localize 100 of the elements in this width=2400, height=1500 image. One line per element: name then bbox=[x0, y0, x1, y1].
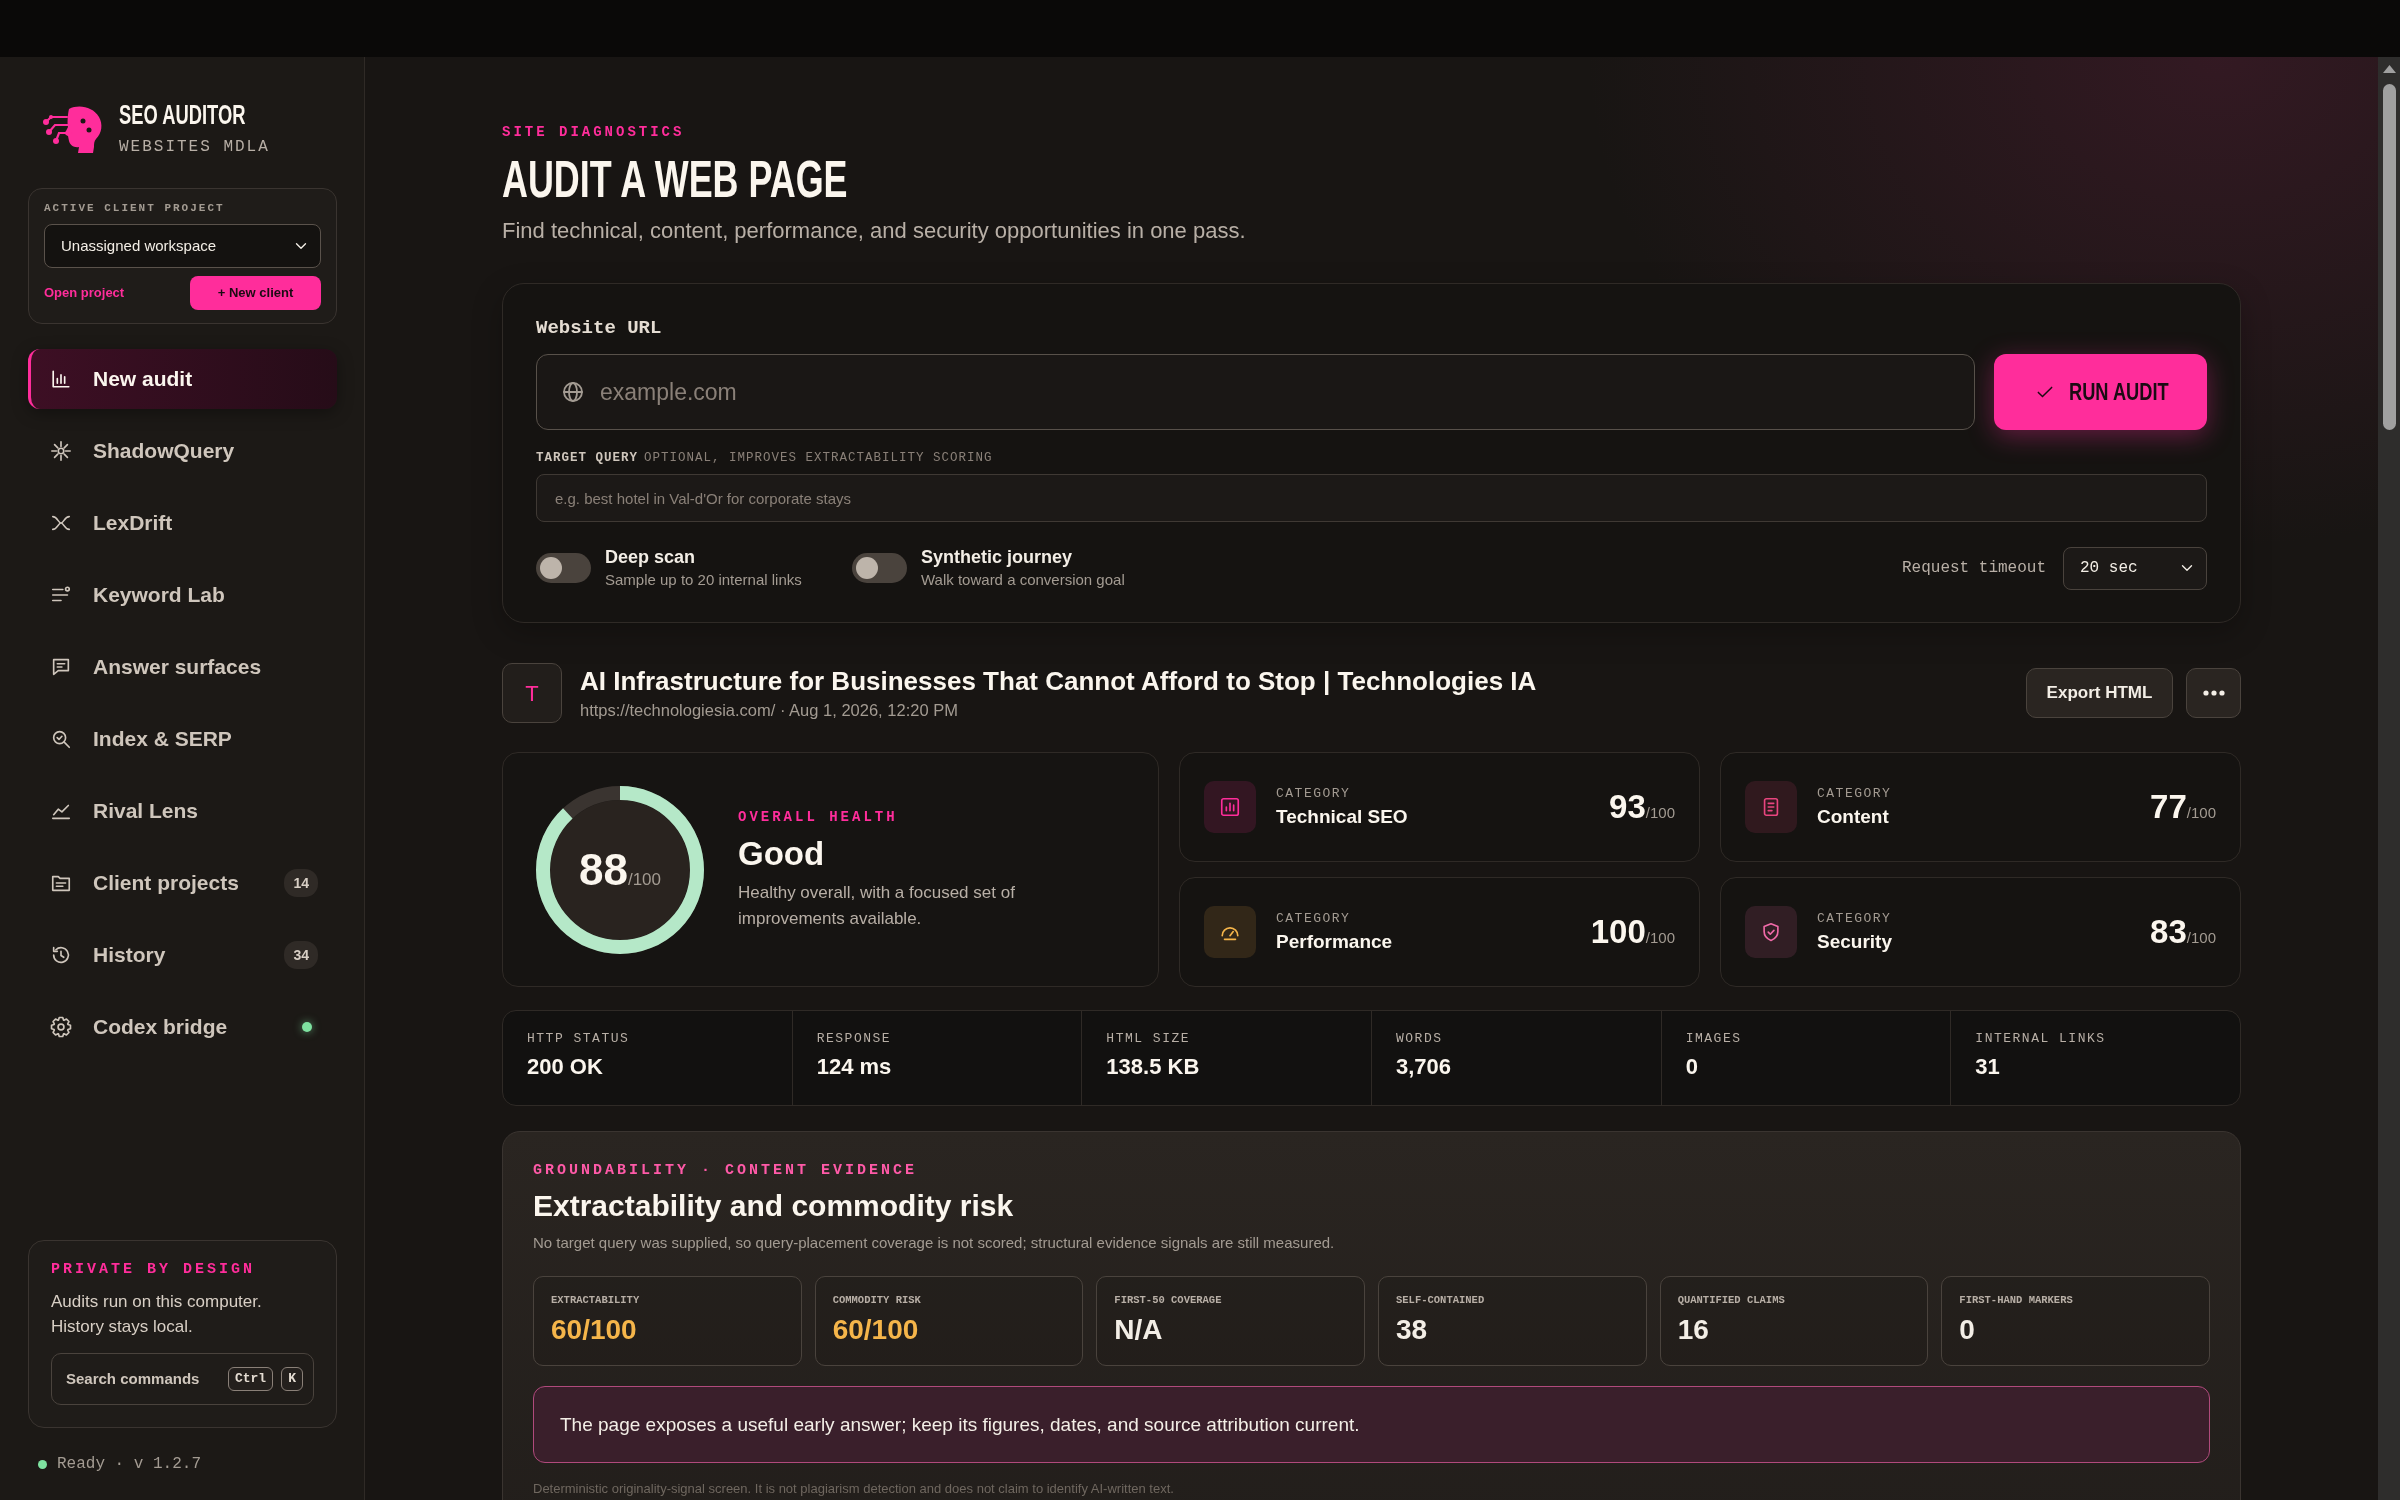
stat-value: 124 ms bbox=[816, 1053, 893, 1081]
health-eyebrow: OVERALL HEALTH bbox=[738, 807, 899, 826]
category-score: 93 bbox=[1609, 787, 1646, 828]
panel-label: ACTIVE CLIENT PROJECT bbox=[44, 201, 226, 215]
sidebar-item[interactable]: Rival Lens bbox=[28, 781, 337, 841]
score-max: /100 bbox=[1645, 929, 1675, 949]
score-max: /100 bbox=[2186, 929, 2216, 949]
category-score: 100 bbox=[1590, 912, 1646, 953]
field-label: Website URL bbox=[536, 317, 663, 339]
count-badge: 14 bbox=[284, 869, 318, 897]
more-button[interactable] bbox=[2186, 668, 2241, 718]
toggle-label: Synthetic journey bbox=[921, 546, 1074, 568]
scrollbar-thumb[interactable] bbox=[2382, 84, 2396, 430]
category-name: Technical SEO bbox=[1276, 804, 1408, 829]
page-subtitle: Find technical, content, performance, and security opportunities in one pass. bbox=[502, 217, 1247, 245]
sidebar-item[interactable]: Answer surfaces bbox=[28, 637, 337, 697]
toggle-switch[interactable] bbox=[852, 553, 907, 583]
globe-icon bbox=[561, 380, 585, 404]
metric-label: FIRST-HAND MARKERS bbox=[1959, 1293, 2074, 1307]
stat-value: 200 OK bbox=[527, 1053, 604, 1081]
category-label: CATEGORY bbox=[1817, 910, 1892, 927]
stat-label: IMAGES bbox=[1685, 1031, 1743, 1047]
keyboard-key: K bbox=[281, 1367, 303, 1391]
section-note: No target query was supplied, so query-placement coverage is not scored; structural evidence signals are still measured. bbox=[533, 1233, 1336, 1253]
count-badge: 34 bbox=[284, 941, 318, 969]
category-name: Security bbox=[1817, 929, 1892, 954]
metric-value: 60/100 bbox=[551, 1313, 638, 1347]
metric-value: 16 bbox=[1677, 1313, 1710, 1347]
score-max: /100 bbox=[1645, 804, 1675, 824]
panel-title: PRIVATE BY DESIGN bbox=[51, 1261, 257, 1279]
metric-value: 60/100 bbox=[832, 1313, 920, 1347]
health-rating: Good bbox=[738, 833, 826, 874]
scroll-up-arrow-icon[interactable] bbox=[2382, 65, 2396, 73]
export-html-button[interactable]: Export HTML bbox=[2026, 668, 2173, 718]
toggle-description: Walk toward a conversion goal bbox=[921, 570, 1125, 590]
sidebar-item[interactable]: History 34 bbox=[28, 925, 337, 985]
stat-value: 3,706 bbox=[1396, 1053, 1453, 1081]
category-score: 77 bbox=[2150, 787, 2187, 828]
brand-name: SEO AUDITOR bbox=[119, 101, 246, 129]
run-audit-button[interactable]: RUN AUDIT bbox=[1994, 354, 2207, 430]
timeout-select[interactable]: 20 sec bbox=[2063, 546, 2207, 590]
sidebar-item[interactable]: Keyword Lab bbox=[28, 565, 337, 625]
history-icon bbox=[50, 944, 72, 966]
search-commands-button[interactable]: Search commands Ctrl K bbox=[51, 1353, 314, 1405]
sidebar-item[interactable]: LexDrift bbox=[28, 493, 337, 553]
sidebar-item[interactable]: New audit bbox=[28, 349, 337, 409]
sidebar-item[interactable]: Client projects 14 bbox=[28, 853, 337, 913]
stat-label: INTERNAL LINKS bbox=[1975, 1031, 2107, 1047]
new-client-button[interactable]: + New client bbox=[190, 276, 321, 310]
toggle-label: Deep scan bbox=[605, 546, 697, 568]
metric-label: FIRST-50 COVERAGE bbox=[1114, 1293, 1223, 1307]
field-hint: OPTIONAL, IMPROVES EXTRACTABILITY SCORING bbox=[644, 451, 993, 465]
open-project-link[interactable]: Open project bbox=[44, 283, 125, 303]
category-label: CATEGORY bbox=[1276, 785, 1352, 802]
category-label: CATEGORY bbox=[1817, 785, 1892, 802]
site-initial-tile: T bbox=[502, 663, 562, 723]
category-name: Content bbox=[1817, 804, 1890, 829]
section-eyebrow: GROUNDABILITY · CONTENT EVIDENCE bbox=[533, 1162, 919, 1180]
sidebar-item[interactable]: Codex bridge bbox=[28, 997, 337, 1057]
metric-label: SELF-CONTAINED bbox=[1396, 1293, 1486, 1307]
category-score: 83 bbox=[2150, 912, 2187, 953]
timeout-label: Request timeout bbox=[1901, 558, 2046, 579]
scrollbar[interactable] bbox=[2378, 57, 2400, 1500]
metric-value: 38 bbox=[1396, 1313, 1429, 1347]
gear-icon bbox=[50, 1016, 72, 1038]
brand-subtitle: WEBSITES MDLA bbox=[119, 137, 271, 157]
metric-value: N/A bbox=[1114, 1313, 1164, 1347]
page-result-meta: https://technologiesia.com/ · Aug 1, 2026, 12:20 PM bbox=[580, 700, 959, 721]
target-query-field[interactable]: e.g. best hotel in Val-d'Or for corporate stays bbox=[536, 474, 2207, 522]
sidebar-item[interactable]: Index & SERP bbox=[28, 709, 337, 769]
score-max: /100 bbox=[2186, 804, 2216, 824]
section-title: Extractability and commodity risk bbox=[533, 1188, 1015, 1224]
metric-label: QUANTIFIED CLAIMS bbox=[1677, 1293, 1786, 1307]
category-name: Performance bbox=[1276, 929, 1393, 954]
callout-message: The page exposes a useful early answer; keep its figures, dates, and source attribution current. bbox=[533, 1386, 2210, 1463]
field-label: TARGET QUERY bbox=[536, 451, 638, 465]
bar-chart-icon bbox=[50, 368, 72, 390]
toggle-switch[interactable] bbox=[536, 553, 591, 583]
health-score: 88 bbox=[578, 845, 628, 894]
search-check-icon bbox=[50, 728, 72, 750]
panel-text: Audits run on this computer. History stays local. bbox=[51, 1291, 263, 1338]
score-max: /100 bbox=[627, 869, 661, 891]
stat-label: HTML SIZE bbox=[1106, 1031, 1192, 1047]
stat-label: RESPONSE bbox=[816, 1031, 893, 1047]
stat-value: 138.5 KB bbox=[1106, 1053, 1201, 1081]
page-title: AUDIT A WEB PAGE bbox=[502, 149, 848, 209]
stat-value: 0 bbox=[1685, 1053, 1699, 1081]
metric-value: 0 bbox=[1959, 1313, 1976, 1347]
stat-value: 31 bbox=[1975, 1053, 2001, 1081]
sidebar-item[interactable]: ShadowQuery bbox=[28, 421, 337, 481]
sparkle-icon bbox=[50, 440, 72, 462]
message-icon bbox=[50, 656, 72, 678]
stat-label: HTTP STATUS bbox=[527, 1031, 631, 1047]
project-select[interactable]: Unassigned workspace bbox=[44, 224, 321, 268]
metric-label: EXTRACTABILITY bbox=[551, 1293, 641, 1307]
footnote: Deterministic originality-signal screen. It is not plagiarism detection and does not claim to identify AI-written text. bbox=[533, 1481, 1175, 1497]
more-icon bbox=[2201, 689, 2226, 697]
stat-label: WORDS bbox=[1396, 1031, 1444, 1047]
page-result-title: AI Infrastructure for Businesses That Cannot Afford to Stop | Technologies IA bbox=[580, 665, 1537, 697]
url-input-field[interactable]: example.com bbox=[536, 354, 1975, 430]
